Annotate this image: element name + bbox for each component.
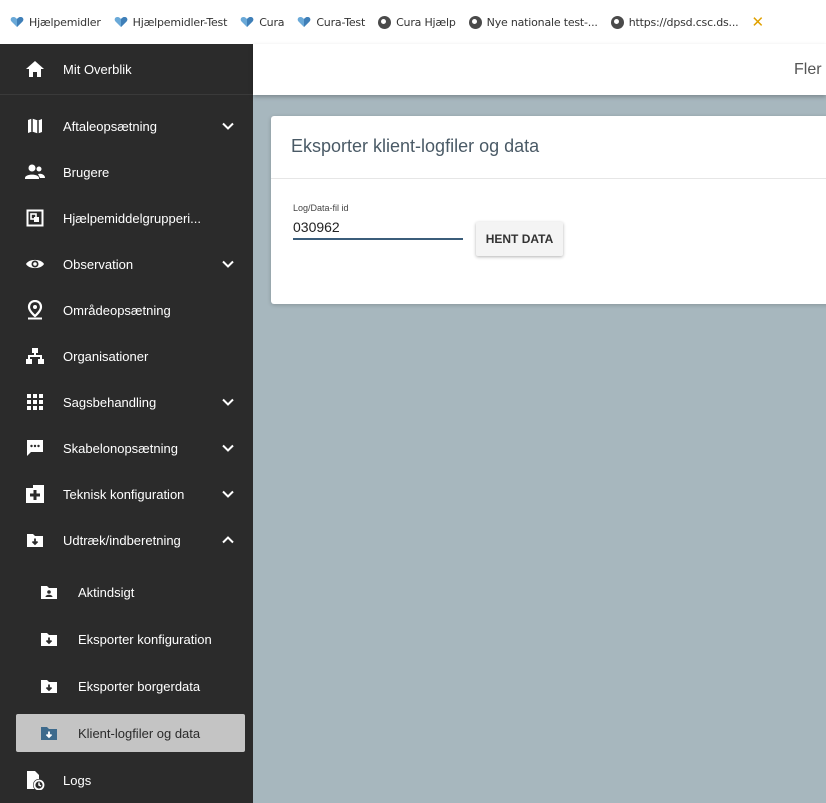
globe-icon xyxy=(378,15,392,29)
heart-icon xyxy=(298,17,311,27)
sidebar-subitem-eksporter-borgerdata[interactable]: Eksporter borgerdata xyxy=(0,663,253,709)
card-title: Eksporter klient-logfiler og data xyxy=(291,136,540,156)
chevron-down-icon xyxy=(222,122,234,130)
eye-icon xyxy=(24,253,46,275)
sitemap-icon xyxy=(24,345,46,367)
folder-download-icon xyxy=(38,722,60,744)
users-icon xyxy=(24,161,46,183)
bookmark-label: Hjælpemidler-Test xyxy=(132,15,228,29)
sidebar-item-label: Organisationer xyxy=(63,348,149,364)
sidebar-item-label: Aktindsigt xyxy=(78,584,135,600)
file-clock-icon xyxy=(24,769,46,791)
sidebar-item-label: Eksporter konfiguration xyxy=(78,631,212,647)
bookmark-hjaelpemidler-test[interactable]: Hjælpemidler-Test xyxy=(114,15,228,29)
sidebar-item-logs[interactable]: Logs xyxy=(0,757,253,803)
group-icon xyxy=(24,207,46,229)
chat-icon xyxy=(24,437,46,459)
grid-icon xyxy=(24,391,46,413)
sidebar-item-label: Klient-logfiler og data xyxy=(78,725,201,741)
bookmark-cura-test[interactable]: Cura-Test xyxy=(297,16,365,29)
sidebar-item-label: Områdeopsætning xyxy=(63,302,171,318)
log-id-input[interactable] xyxy=(293,216,463,240)
location-pin-icon xyxy=(24,299,46,321)
sidebar-item-organisationer[interactable]: Organisationer xyxy=(0,333,253,379)
export-card: Eksporter klient-logfiler og data Log/Da… xyxy=(271,116,826,304)
bookmark-label: Cura-Test xyxy=(316,15,366,29)
top-app-bar: Fler xyxy=(253,44,826,95)
sidebar-item-teknisk-konfiguration[interactable]: Teknisk konfiguration xyxy=(0,471,253,517)
home-icon xyxy=(24,58,46,80)
sidebar-item-omraadeopsaetning[interactable]: Områdeopsætning xyxy=(0,287,253,333)
folder-download-icon xyxy=(38,628,60,650)
sidebar-item-udtraek-indberetning[interactable]: Udtræk/indberetning xyxy=(0,517,253,563)
heart-icon xyxy=(114,17,127,27)
sidebar-item-label: Hjælpemiddelgrupperi... xyxy=(63,210,202,226)
sidebar-subitem-aktindsigt[interactable]: Aktindsigt xyxy=(0,569,253,615)
folder-person-icon xyxy=(38,581,60,603)
sidebar-item-observation[interactable]: Observation xyxy=(0,241,253,287)
bookmark-cura[interactable]: Cura xyxy=(240,15,285,29)
globe-icon xyxy=(468,15,482,29)
sidebar-item-label: Logs xyxy=(63,772,92,788)
x-logo-icon: ✕ xyxy=(751,13,764,31)
sidebar-item-label: Mit Overblik xyxy=(63,61,132,77)
sidebar-item-skabelonopsaetning[interactable]: Skabelonopsætning xyxy=(0,425,253,471)
chevron-down-icon xyxy=(222,490,234,498)
sidebar-item-sagsbehandling[interactable]: Sagsbehandling xyxy=(0,379,253,425)
bookmark-cura-hjaelp[interactable]: Cura Hjælp xyxy=(378,15,456,29)
globe-icon xyxy=(610,15,624,29)
bookmark-label: Nye nationale test-... xyxy=(486,15,598,29)
chevron-down-icon xyxy=(222,444,234,452)
topbar-title[interactable]: Fler xyxy=(794,61,822,79)
sidebar-item-label: Observation xyxy=(63,256,134,272)
heart-icon xyxy=(10,17,24,27)
bookmarks-bar: Hjælpemidler Hjælpemidler-Test Cura Cura… xyxy=(0,0,826,44)
bookmark-label: https://dpsd.csc.ds... xyxy=(628,15,739,29)
chevron-down-icon xyxy=(222,260,234,268)
medical-building-icon xyxy=(24,483,46,505)
sidebar-item-label: Skabelonopsætning xyxy=(63,440,178,456)
map-icon xyxy=(24,115,46,137)
sidebar-item-label: Sagsbehandling xyxy=(63,394,157,410)
sidebar-item-brugere[interactable]: Brugere xyxy=(0,149,253,195)
heart-icon xyxy=(240,17,254,27)
log-id-field-label: Log/Data-fil id xyxy=(293,203,349,213)
sidebar-item-label: Aftaleopsætning xyxy=(63,118,157,134)
sidebar-item-label: Teknisk konfiguration xyxy=(63,486,185,502)
chevron-down-icon xyxy=(222,398,234,406)
bookmark-x[interactable]: ✕ xyxy=(751,13,764,31)
bookmark-hjaelpemidler[interactable]: Hjælpemidler xyxy=(10,16,101,29)
bookmark-dpsd[interactable]: https://dpsd.csc.ds... xyxy=(610,15,739,29)
sidebar-subitem-eksporter-konfiguration[interactable]: Eksporter konfiguration xyxy=(0,616,253,662)
sidebar-item-aftaleopsaetning[interactable]: Aftaleopsætning xyxy=(0,103,253,149)
fetch-data-button[interactable]: HENT DATA xyxy=(476,222,563,256)
bookmark-label: Hjælpemidler xyxy=(29,15,101,29)
sidebar-subitem-klient-logfiler[interactable]: Klient-logfiler og data xyxy=(16,714,245,752)
bookmark-label: Cura xyxy=(259,15,285,29)
sidebar-item-mit-overblik[interactable]: Mit Overblik xyxy=(0,44,253,95)
chevron-up-icon xyxy=(222,536,234,544)
folder-download-icon xyxy=(38,675,60,697)
bookmark-nye-nationale-test[interactable]: Nye nationale test-... xyxy=(468,15,598,29)
folder-download-icon xyxy=(24,529,46,551)
sidebar: Mit Overblik Aftaleopsætning Brugere Hjæ… xyxy=(0,44,253,803)
bookmark-label: Cura Hjælp xyxy=(396,15,456,29)
divider xyxy=(271,178,826,179)
sidebar-item-hjaelpemiddelgrupperinger[interactable]: Hjælpemiddelgrupperi... xyxy=(0,195,253,241)
sidebar-item-label: Udtræk/indberetning xyxy=(63,532,181,548)
sidebar-item-label: Eksporter borgerdata xyxy=(78,678,201,694)
sidebar-item-label: Brugere xyxy=(63,164,110,180)
